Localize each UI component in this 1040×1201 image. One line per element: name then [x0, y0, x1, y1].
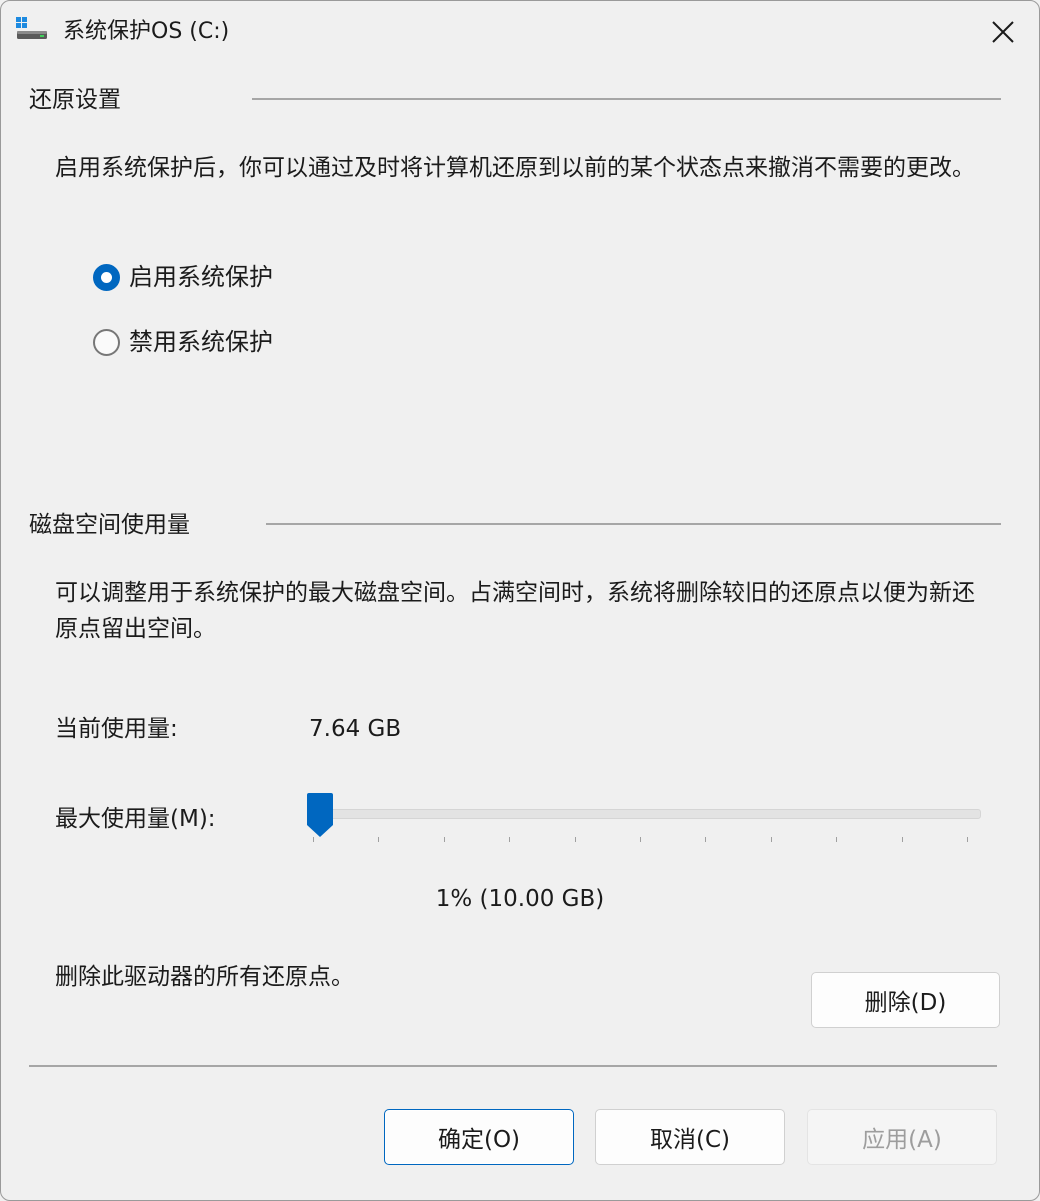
radio-checked-indicator — [93, 263, 120, 291]
restore-settings-description: 启用系统保护后，你可以通过及时将计算机还原到以前的某个状态点来撤消不需要的更改。 — [55, 155, 975, 181]
slider-tick — [836, 837, 838, 842]
delete-button[interactable]: 删除(D) — [811, 972, 1000, 1028]
radio-unchecked-indicator — [93, 328, 120, 356]
enable-protection-radio[interactable]: 启用系统保护 — [93, 259, 273, 295]
footer-divider — [29, 1065, 997, 1067]
slider-tick — [574, 837, 576, 842]
slider-thumb[interactable] — [306, 793, 333, 837]
slider-tick — [378, 837, 380, 842]
delete-restore-points-text: 删除此驱动器的所有还原点。 — [55, 964, 354, 990]
slider-tick — [967, 837, 968, 842]
slider-tick — [770, 837, 772, 842]
ok-button[interactable]: 确定(O) — [384, 1109, 574, 1165]
enable-protection-label: 启用系统保护 — [129, 263, 273, 291]
disable-protection-label: 禁用系统保护 — [129, 328, 273, 356]
restore-settings-divider — [252, 98, 1001, 100]
max-usage-label: 最大使用量(M): — [55, 806, 216, 832]
cancel-button[interactable]: 取消(C) — [595, 1109, 785, 1165]
max-usage-slider[interactable] — [299, 791, 985, 851]
current-usage-value: 7.64 GB — [309, 716, 402, 742]
slider-tick — [443, 837, 445, 842]
drive-icon — [16, 17, 47, 39]
disk-usage-description: 可以调整用于系统保护的最大磁盘空间。占满空间时，系统将删除较旧的还原点以便为新还… — [55, 580, 975, 642]
current-usage-label: 当前使用量: — [55, 716, 178, 742]
restore-settings-heading: 还原设置 — [29, 87, 121, 113]
slider-tick — [313, 837, 314, 842]
slider-tick — [640, 837, 641, 842]
close-button[interactable] — [977, 11, 1029, 53]
slider-tick — [901, 837, 903, 842]
disable-protection-radio[interactable]: 禁用系统保护 — [93, 324, 273, 360]
window-title: 系统保护OS (C:) — [63, 19, 230, 44]
slider-tick — [509, 837, 511, 842]
apply-button[interactable]: 应用(A) — [807, 1109, 997, 1165]
disk-usage-divider — [266, 523, 1001, 525]
title-bar[interactable]: 系统保护OS (C:) — [1, 1, 1039, 63]
close-icon — [992, 21, 1014, 43]
slider-tick — [705, 837, 707, 842]
disk-usage-heading: 磁盘空间使用量 — [29, 512, 190, 538]
slider-track[interactable] — [307, 809, 981, 819]
system-protection-dialog: 系统保护OS (C:) 还原设置 启用系统保护后，你可以通过及时将计算机还原到以… — [0, 0, 1040, 1201]
slider-value-text: 1% (10.00 GB) — [435, 886, 605, 912]
